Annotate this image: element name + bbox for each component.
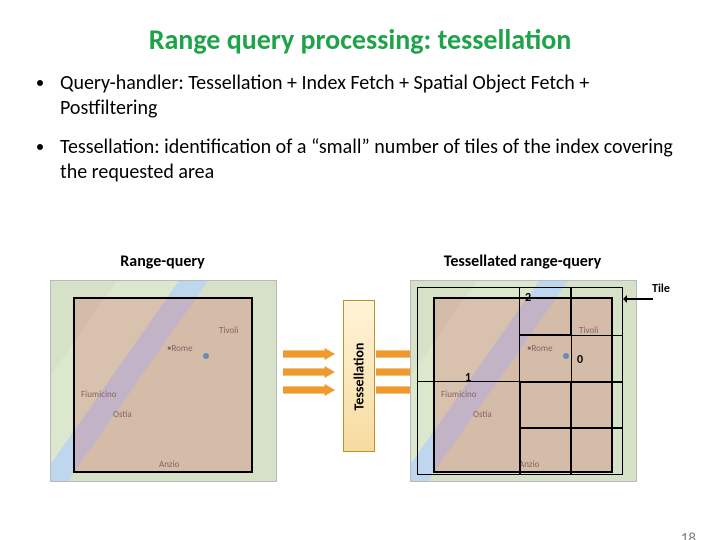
- page-number: 18: [681, 530, 696, 540]
- tile-leader-arrow: [625, 298, 653, 300]
- range-selection-box: [73, 297, 253, 473]
- tile-cell: [570, 427, 623, 475]
- arrow-group-left: [283, 342, 335, 402]
- tile-number-2: 2: [525, 291, 531, 305]
- diagram-header-right: Tessellated range-query: [410, 252, 635, 271]
- arrow-icon: [283, 348, 335, 360]
- tessellation-process-label: Tessellation: [351, 342, 368, 410]
- slide-title: Range query processing: tessellation: [40, 22, 680, 57]
- tile-cell: [570, 381, 623, 429]
- diagram-header-left: Range-query: [50, 252, 275, 271]
- arrow-icon: [283, 366, 335, 378]
- tile-cell: [519, 334, 572, 383]
- tile-number-0: 0: [577, 353, 583, 367]
- bullet-item: Query-handler: Tessellation + Index Fetc…: [56, 71, 684, 121]
- bullet-item: Tessellation: identification of a “small…: [56, 135, 684, 185]
- tessellation-process-box: Tessellation: [343, 300, 375, 452]
- tile-number-1: 1: [465, 371, 471, 385]
- slide: Range query processing: tessellation Que…: [0, 22, 720, 540]
- bullet-list: Query-handler: Tessellation + Index Fetc…: [36, 71, 684, 185]
- tile-caption: Tile: [652, 282, 670, 296]
- map-tessellated: Tivoli •Rome Fiumicino Ostia Anzio 0 1 2: [410, 280, 637, 482]
- tile-cell: [570, 287, 623, 336]
- tile-cell: [417, 381, 521, 475]
- arrow-icon: [283, 384, 335, 396]
- map-range-query: Tivoli •Rome Fiumicino Ostia Anzio: [50, 280, 277, 482]
- diagram: Range-query Tessellated range-query Tivo…: [50, 252, 670, 500]
- tile-cell: [519, 381, 572, 429]
- tile-cell: [519, 427, 572, 475]
